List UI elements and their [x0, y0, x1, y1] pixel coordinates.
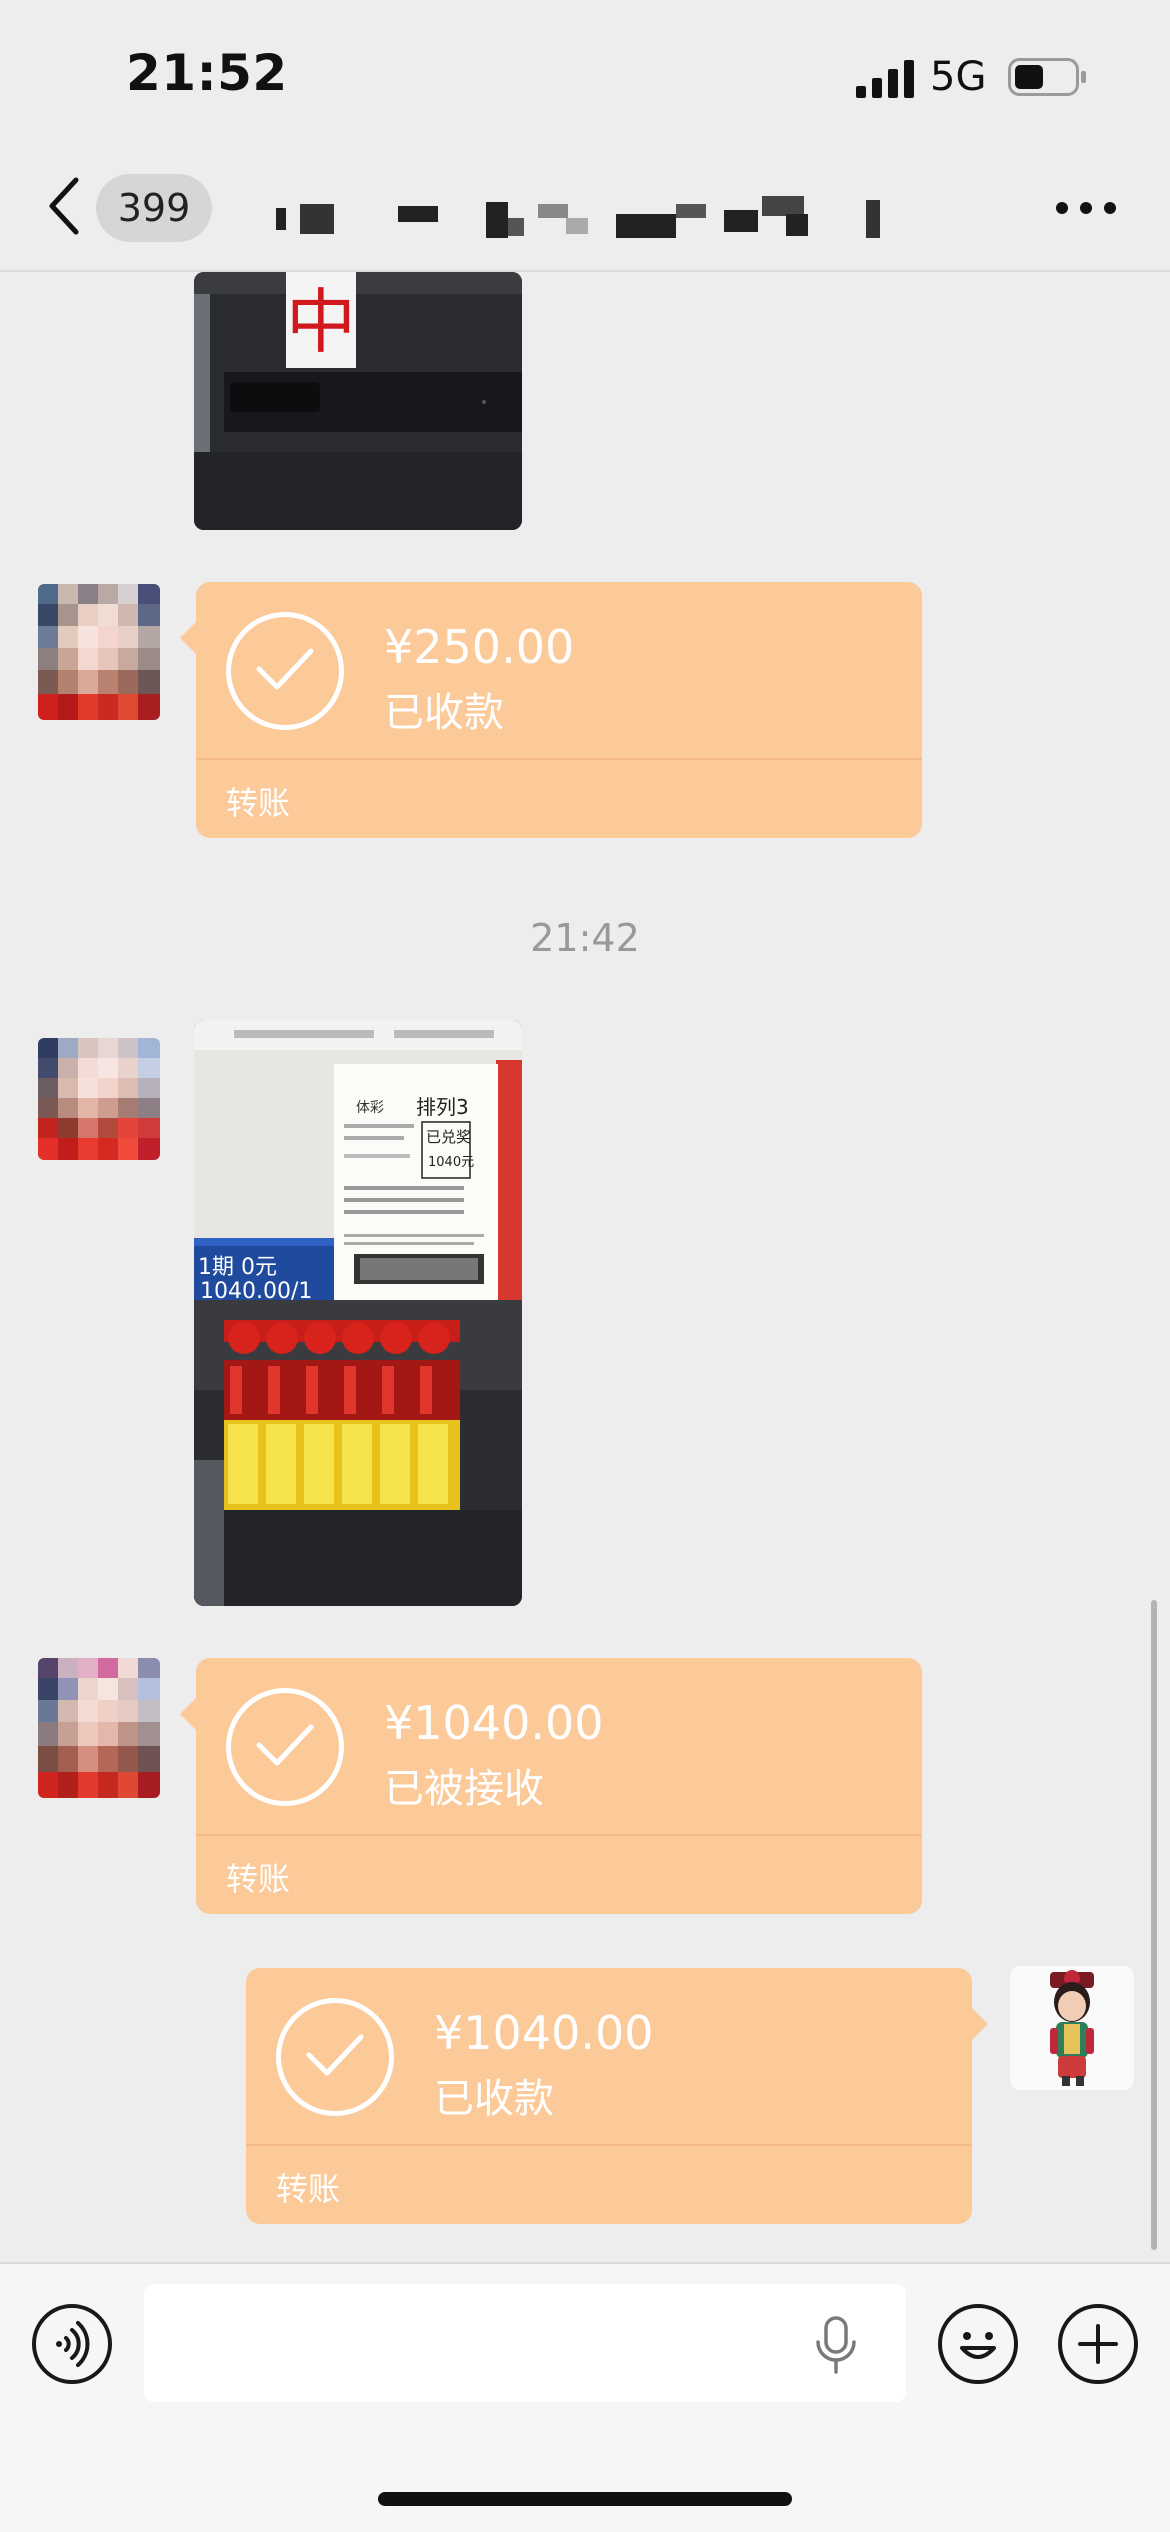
photo-message-1[interactable]: 中 [194, 272, 522, 530]
transfer-check-circle [276, 1998, 394, 2116]
transfer-amount: ¥1040.00 [434, 2006, 654, 2060]
unread-count-badge[interactable]: 399 [96, 174, 212, 242]
chat-title-redacted[interactable] [276, 196, 896, 242]
status-time: 21:52 [126, 44, 288, 102]
bubble-tail [180, 622, 196, 654]
transfer-amount: ¥1040.00 [384, 1696, 604, 1750]
bubble-tail [972, 2008, 988, 2040]
transfer-type-label: 转账 [226, 1860, 291, 1898]
transfer-divider [246, 2144, 972, 2146]
home-indicator [378, 2492, 792, 2506]
voice-toggle-button[interactable] [32, 2304, 112, 2384]
network-label: 5G [930, 54, 987, 100]
check-icon [256, 1724, 314, 1766]
ticket-stamp: 已兑奖 [426, 1128, 471, 1146]
ticket-prize: 1040元 [428, 1155, 474, 1170]
transfer-type-label: 转账 [226, 784, 291, 822]
transfer-card[interactable]: ¥1040.00 已被接收 转账 [180, 1658, 922, 1914]
input-bar-divider [0, 2262, 1170, 2264]
voice-toggle-icon [56, 2321, 90, 2367]
scrollbar[interactable] [1151, 1600, 1157, 2250]
ticket-name: 排列3 [416, 1095, 469, 1119]
emoji-button[interactable] [938, 2304, 1018, 2384]
battery-icon [1008, 58, 1086, 96]
plus-icon [1078, 2324, 1118, 2364]
transfer-amount: ¥250.00 [384, 620, 575, 674]
transfer-divider [196, 1834, 922, 1836]
photo-message-2[interactable]: 体彩 排列3 已兑奖 1040元 1期 0元 1040.00/1 [194, 1020, 522, 1606]
bubble-tail [180, 1698, 196, 1730]
message-input[interactable] [144, 2284, 906, 2402]
avatar-self[interactable] [1010, 1966, 1134, 2090]
transfer-status: 已被接收 [384, 1766, 544, 1812]
lottery-terminal-photo: 中 [194, 272, 522, 530]
microphone-icon[interactable] [814, 2316, 858, 2376]
transfer-divider [196, 758, 922, 760]
transfer-type-label: 转账 [276, 2170, 341, 2208]
transfer-card[interactable]: ¥1040.00 已收款 转账 [246, 1968, 988, 2224]
transfer-check-circle [226, 1688, 344, 1806]
plus-button[interactable] [1058, 2304, 1138, 2384]
avatar-contact[interactable] [38, 1038, 160, 1160]
check-icon [306, 2034, 364, 2076]
ticket-game: 体彩 [356, 1100, 384, 1116]
emoji-icon [960, 2332, 996, 2359]
screen-line1: 1期 0元 [198, 1255, 277, 1280]
avatar-contact[interactable] [38, 1658, 160, 1798]
signal-icon [856, 60, 914, 98]
more-icon[interactable] [1054, 198, 1118, 218]
transfer-status: 已收款 [434, 2076, 554, 2122]
back-icon[interactable] [44, 176, 84, 236]
lottery-ticket-photo: 体彩 排列3 已兑奖 1040元 1期 0元 1040.00/1 [194, 1020, 522, 1606]
transfer-check-circle [226, 612, 344, 730]
transfer-card[interactable]: ¥250.00 已收款 转账 [180, 582, 922, 838]
message-timestamp: 21:42 [530, 916, 640, 960]
transfer-status: 已收款 [384, 690, 504, 736]
check-icon [256, 648, 314, 690]
avatar-contact[interactable] [38, 584, 160, 720]
header-divider [0, 270, 1170, 272]
svg-text:中: 中 [286, 281, 356, 363]
